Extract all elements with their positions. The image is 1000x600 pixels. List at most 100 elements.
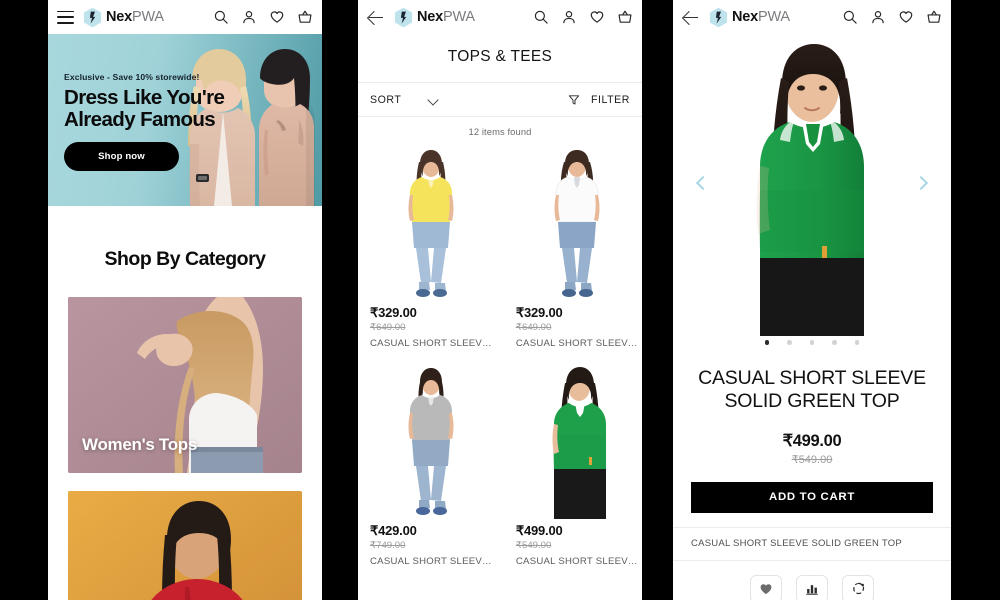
filter-button[interactable]: FILTER [591,94,630,106]
user-icon[interactable] [241,9,257,25]
model-green-polo-image [552,367,606,519]
funnel-icon[interactable] [568,94,580,106]
product-card[interactable]: ₹499.00 ₹549.00 CASUAL SHORT SLEEV… [504,359,642,577]
search-icon[interactable] [842,9,858,25]
product-action-bar [673,561,951,600]
screenshot-stage: NexPWA Exclusive - Save 10% storewide! D… [0,0,1000,600]
brand-name: NexPWA [106,9,164,25]
header-left-group: NexPWA [367,7,475,28]
product-list-screen: NexPWA TOPS & TEES SORT FILTER 12 items … [358,0,642,600]
back-arrow-icon[interactable] [367,9,385,25]
gallery-next-button[interactable] [913,172,929,196]
home-screen: NexPWA Exclusive - Save 10% storewide! D… [48,0,322,600]
hexagon-logo-icon [709,7,728,27]
product-description: CASUAL SHORT SLEEVE SOLID GREEN TOP [673,526,951,561]
hexagon-logo-icon [83,7,102,27]
product-price: ₹499.00 [515,523,563,538]
back-arrow-icon[interactable] [682,9,700,25]
brand-logo[interactable]: NexPWA [83,7,164,28]
add-to-cart-button[interactable]: ADD TO CART [691,481,933,513]
product-name: CASUAL SHORT SLEEV… [370,556,492,567]
brand-logo[interactable]: NexPWA [709,7,790,28]
product-image [515,363,638,523]
shop-now-button[interactable]: Shop now [64,142,179,172]
product-grid: ₹329.00 ₹649.00 CASUAL SHORT SLEEV… ₹329… [358,141,642,577]
gallery-prev-button[interactable] [695,172,711,196]
gallery-dot[interactable] [764,340,770,345]
items-found-count: 12 items found [468,126,532,137]
heart-icon[interactable] [898,9,914,25]
shop-by-category-section: Shop By Category Women's Tops [48,206,322,600]
bar-chart-icon [806,584,818,595]
product-price: ₹329.00 [515,305,563,320]
header-icon-group [213,9,313,25]
user-icon[interactable] [561,9,577,25]
wishlist-button[interactable] [750,574,782,600]
sort-button[interactable]: SORT [370,94,401,106]
product-name: CASUAL SHORT SLEEV… [515,556,638,567]
search-icon[interactable] [213,9,229,25]
product-name: CASUAL SHORT SLEEV… [370,338,492,349]
basket-icon[interactable] [926,9,942,25]
product-image [370,363,492,523]
product-price: ₹499.00 [782,431,842,450]
gallery-dot[interactable] [787,340,792,345]
heart-icon[interactable] [589,9,605,25]
header-icon-group [842,9,942,25]
header-icon-group [533,9,633,25]
product-price: ₹429.00 [370,523,417,538]
brand-logo[interactable]: NexPWA [394,7,475,28]
product-old-price: ₹549.00 [791,453,833,466]
category-label: Women's Tops [82,435,198,454]
chevron-down-icon[interactable] [429,95,439,105]
product-detail-screen: NexPWA CASUAL SHORT SLEEVE SOLID GREEN T… [673,0,951,600]
rotate-icon [852,582,864,595]
product-price: ₹329.00 [370,305,417,320]
heart-icon [760,583,772,594]
detail-header: NexPWA [673,0,951,34]
model-grey-polo-image [408,368,454,515]
hero-title: Dress Like You're Already Famous [64,86,234,132]
product-name: CASUAL SHORT SLEEV… [515,338,638,349]
heart-icon[interactable] [269,9,285,25]
model-white-polo-image [554,150,600,297]
hero-copy: Exclusive - Save 10% storewide! Dress Li… [64,72,234,172]
gallery-dot[interactable] [809,340,815,345]
product-old-price: ₹649.00 [370,322,406,333]
user-icon[interactable] [870,9,886,25]
sort-filter-bar: SORT FILTER [358,83,642,117]
product-card[interactable]: ₹329.00 ₹649.00 CASUAL SHORT SLEEV… [504,141,642,359]
brand-name: NexPWA [732,9,790,25]
search-icon[interactable] [533,9,549,25]
compare-button[interactable] [796,574,828,600]
header-left-group: NexPWA [682,7,790,28]
product-gallery [673,34,951,336]
basket-icon[interactable] [297,9,313,25]
product-old-price: ₹649.00 [515,322,552,333]
hero-kicker: Exclusive - Save 10% storewide! [64,72,200,82]
product-card[interactable]: ₹429.00 ₹749.00 CASUAL SHORT SLEEV… [358,359,504,577]
model-yellow-polo-image [408,150,454,297]
filter-group: FILTER [568,94,630,106]
hamburger-icon[interactable] [57,10,74,24]
basket-icon[interactable] [617,9,633,25]
hero-title-line2: Already Famous [64,108,216,132]
list-header: NexPWA [358,0,642,34]
product-title: CASUAL SHORT SLEEVE SOLID GREEN TOP [698,366,926,412]
view-360-button[interactable] [842,574,874,600]
home-header: NexPWA [48,0,322,34]
hero-banner[interactable]: Exclusive - Save 10% storewide! Dress Li… [48,34,322,206]
gallery-dot[interactable] [854,340,860,345]
category-card-womens-tops[interactable]: Women's Tops [68,297,302,473]
page-title: TOPS & TEES [358,34,642,83]
gallery-dot[interactable] [832,340,837,345]
product-hero-image [756,44,864,336]
dresses-image [68,491,302,600]
product-old-price: ₹749.00 [370,540,406,551]
section-title: Shop By Category [104,248,266,270]
header-left-group: NexPWA [57,7,164,28]
product-card[interactable]: ₹329.00 ₹649.00 CASUAL SHORT SLEEV… [358,141,504,359]
product-image [370,145,492,305]
category-card-dresses[interactable] [68,491,302,600]
brand-name: NexPWA [417,9,475,25]
